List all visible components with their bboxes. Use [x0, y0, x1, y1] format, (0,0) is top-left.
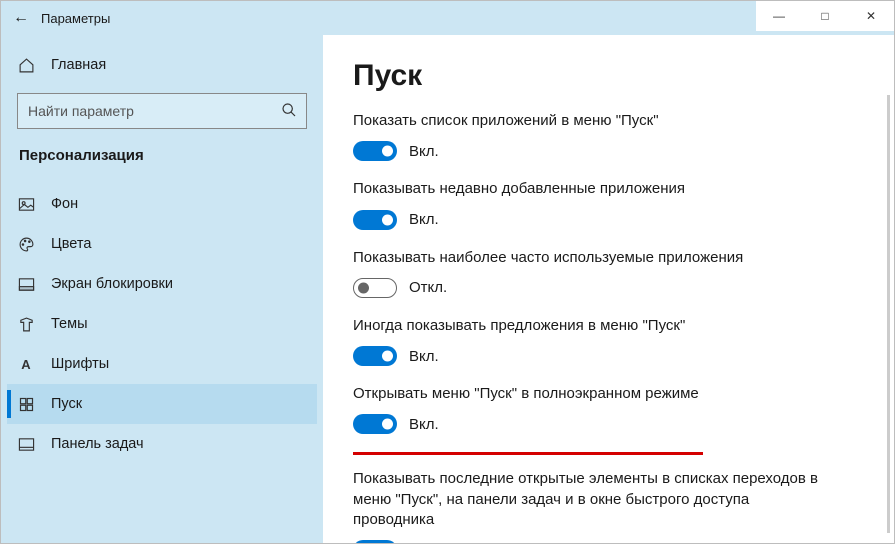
sidebar-item-background[interactable]: Фон: [7, 184, 317, 224]
setting-label: Показать список приложений в меню "Пуск": [353, 111, 833, 131]
lockscreen-icon: [17, 277, 35, 292]
sidebar-item-themes[interactable]: Темы: [7, 304, 317, 344]
setting-fullscreen-start: Открывать меню "Пуск" в полноэкранном ре…: [353, 384, 884, 434]
toggle-state: Вкл.: [409, 348, 439, 365]
sidebar-item-label: Пуск: [51, 396, 82, 412]
toggle-state: Вкл.: [409, 416, 439, 433]
sidebar: Главная Персонализация Фон Цвета Экран: [1, 35, 323, 543]
window-title: Параметры: [41, 11, 110, 26]
start-icon: [17, 397, 35, 412]
setting-suggestions: Иногда показывать предложения в меню "Пу…: [353, 316, 884, 366]
toggle-fullscreen-start[interactable]: [353, 414, 397, 434]
sidebar-item-label: Шрифты: [51, 356, 109, 372]
back-button[interactable]: ←: [1, 9, 41, 27]
setting-most-used: Показывать наиболее часто используемые п…: [353, 248, 884, 298]
setting-label: Показывать недавно добавленные приложени…: [353, 179, 833, 199]
sidebar-item-label: Фон: [51, 196, 78, 212]
taskbar-icon: [17, 437, 35, 452]
sidebar-item-label: Панель задач: [51, 436, 144, 452]
picture-icon: [17, 197, 35, 212]
toggle-state: Вкл.: [409, 143, 439, 160]
content-area: Пуск Показать список приложений в меню "…: [323, 35, 894, 543]
sidebar-item-label: Цвета: [51, 236, 91, 252]
sidebar-item-colors[interactable]: Цвета: [7, 224, 317, 264]
toggle-app-list[interactable]: [353, 141, 397, 161]
toggle-state: Вкл.: [409, 211, 439, 228]
minimize-button[interactable]: —: [756, 1, 802, 31]
sidebar-item-taskbar[interactable]: Панель задач: [7, 424, 317, 464]
setting-label: Открывать меню "Пуск" в полноэкранном ре…: [353, 384, 833, 404]
sidebar-home-label: Главная: [51, 57, 106, 73]
toggle-jumplists[interactable]: [353, 540, 397, 543]
toggle-recently-added[interactable]: [353, 210, 397, 230]
scrollbar[interactable]: [887, 95, 890, 533]
setting-label: Показывать наиболее часто используемые п…: [353, 248, 833, 268]
fonts-icon: A: [17, 357, 35, 372]
maximize-button[interactable]: □: [802, 1, 848, 31]
highlight-underline: [353, 452, 703, 455]
setting-recently-added: Показывать недавно добавленные приложени…: [353, 179, 884, 229]
sidebar-item-lockscreen[interactable]: Экран блокировки: [7, 264, 317, 304]
search-wrap: [17, 93, 307, 129]
themes-icon: [17, 316, 35, 333]
search-icon: [281, 102, 297, 123]
sidebar-item-fonts[interactable]: A Шрифты: [7, 344, 317, 384]
toggle-most-used[interactable]: [353, 278, 397, 298]
setting-label: Показывать последние открытые элементы в…: [353, 469, 833, 530]
sidebar-home[interactable]: Главная: [7, 45, 317, 85]
setting-app-list: Показать список приложений в меню "Пуск"…: [353, 111, 884, 161]
home-icon: [17, 57, 35, 74]
sidebar-item-label: Темы: [51, 316, 88, 332]
sidebar-item-label: Экран блокировки: [51, 276, 173, 292]
toggle-state: Откл.: [409, 279, 447, 296]
close-button[interactable]: ✕: [848, 1, 894, 31]
window-controls: — □ ✕: [756, 1, 894, 31]
sidebar-item-start[interactable]: Пуск: [7, 384, 317, 424]
toggle-suggestions[interactable]: [353, 346, 397, 366]
setting-jumplists: Показывать последние открытые элементы в…: [353, 469, 884, 543]
setting-label: Иногда показывать предложения в меню "Пу…: [353, 316, 833, 336]
palette-icon: [17, 236, 35, 253]
page-title: Пуск: [353, 59, 884, 93]
toggle-state: Вкл.: [409, 542, 439, 544]
search-input[interactable]: [17, 93, 307, 129]
titlebar: ← Параметры — □ ✕: [1, 1, 894, 35]
sidebar-category: Персонализация: [7, 143, 317, 184]
